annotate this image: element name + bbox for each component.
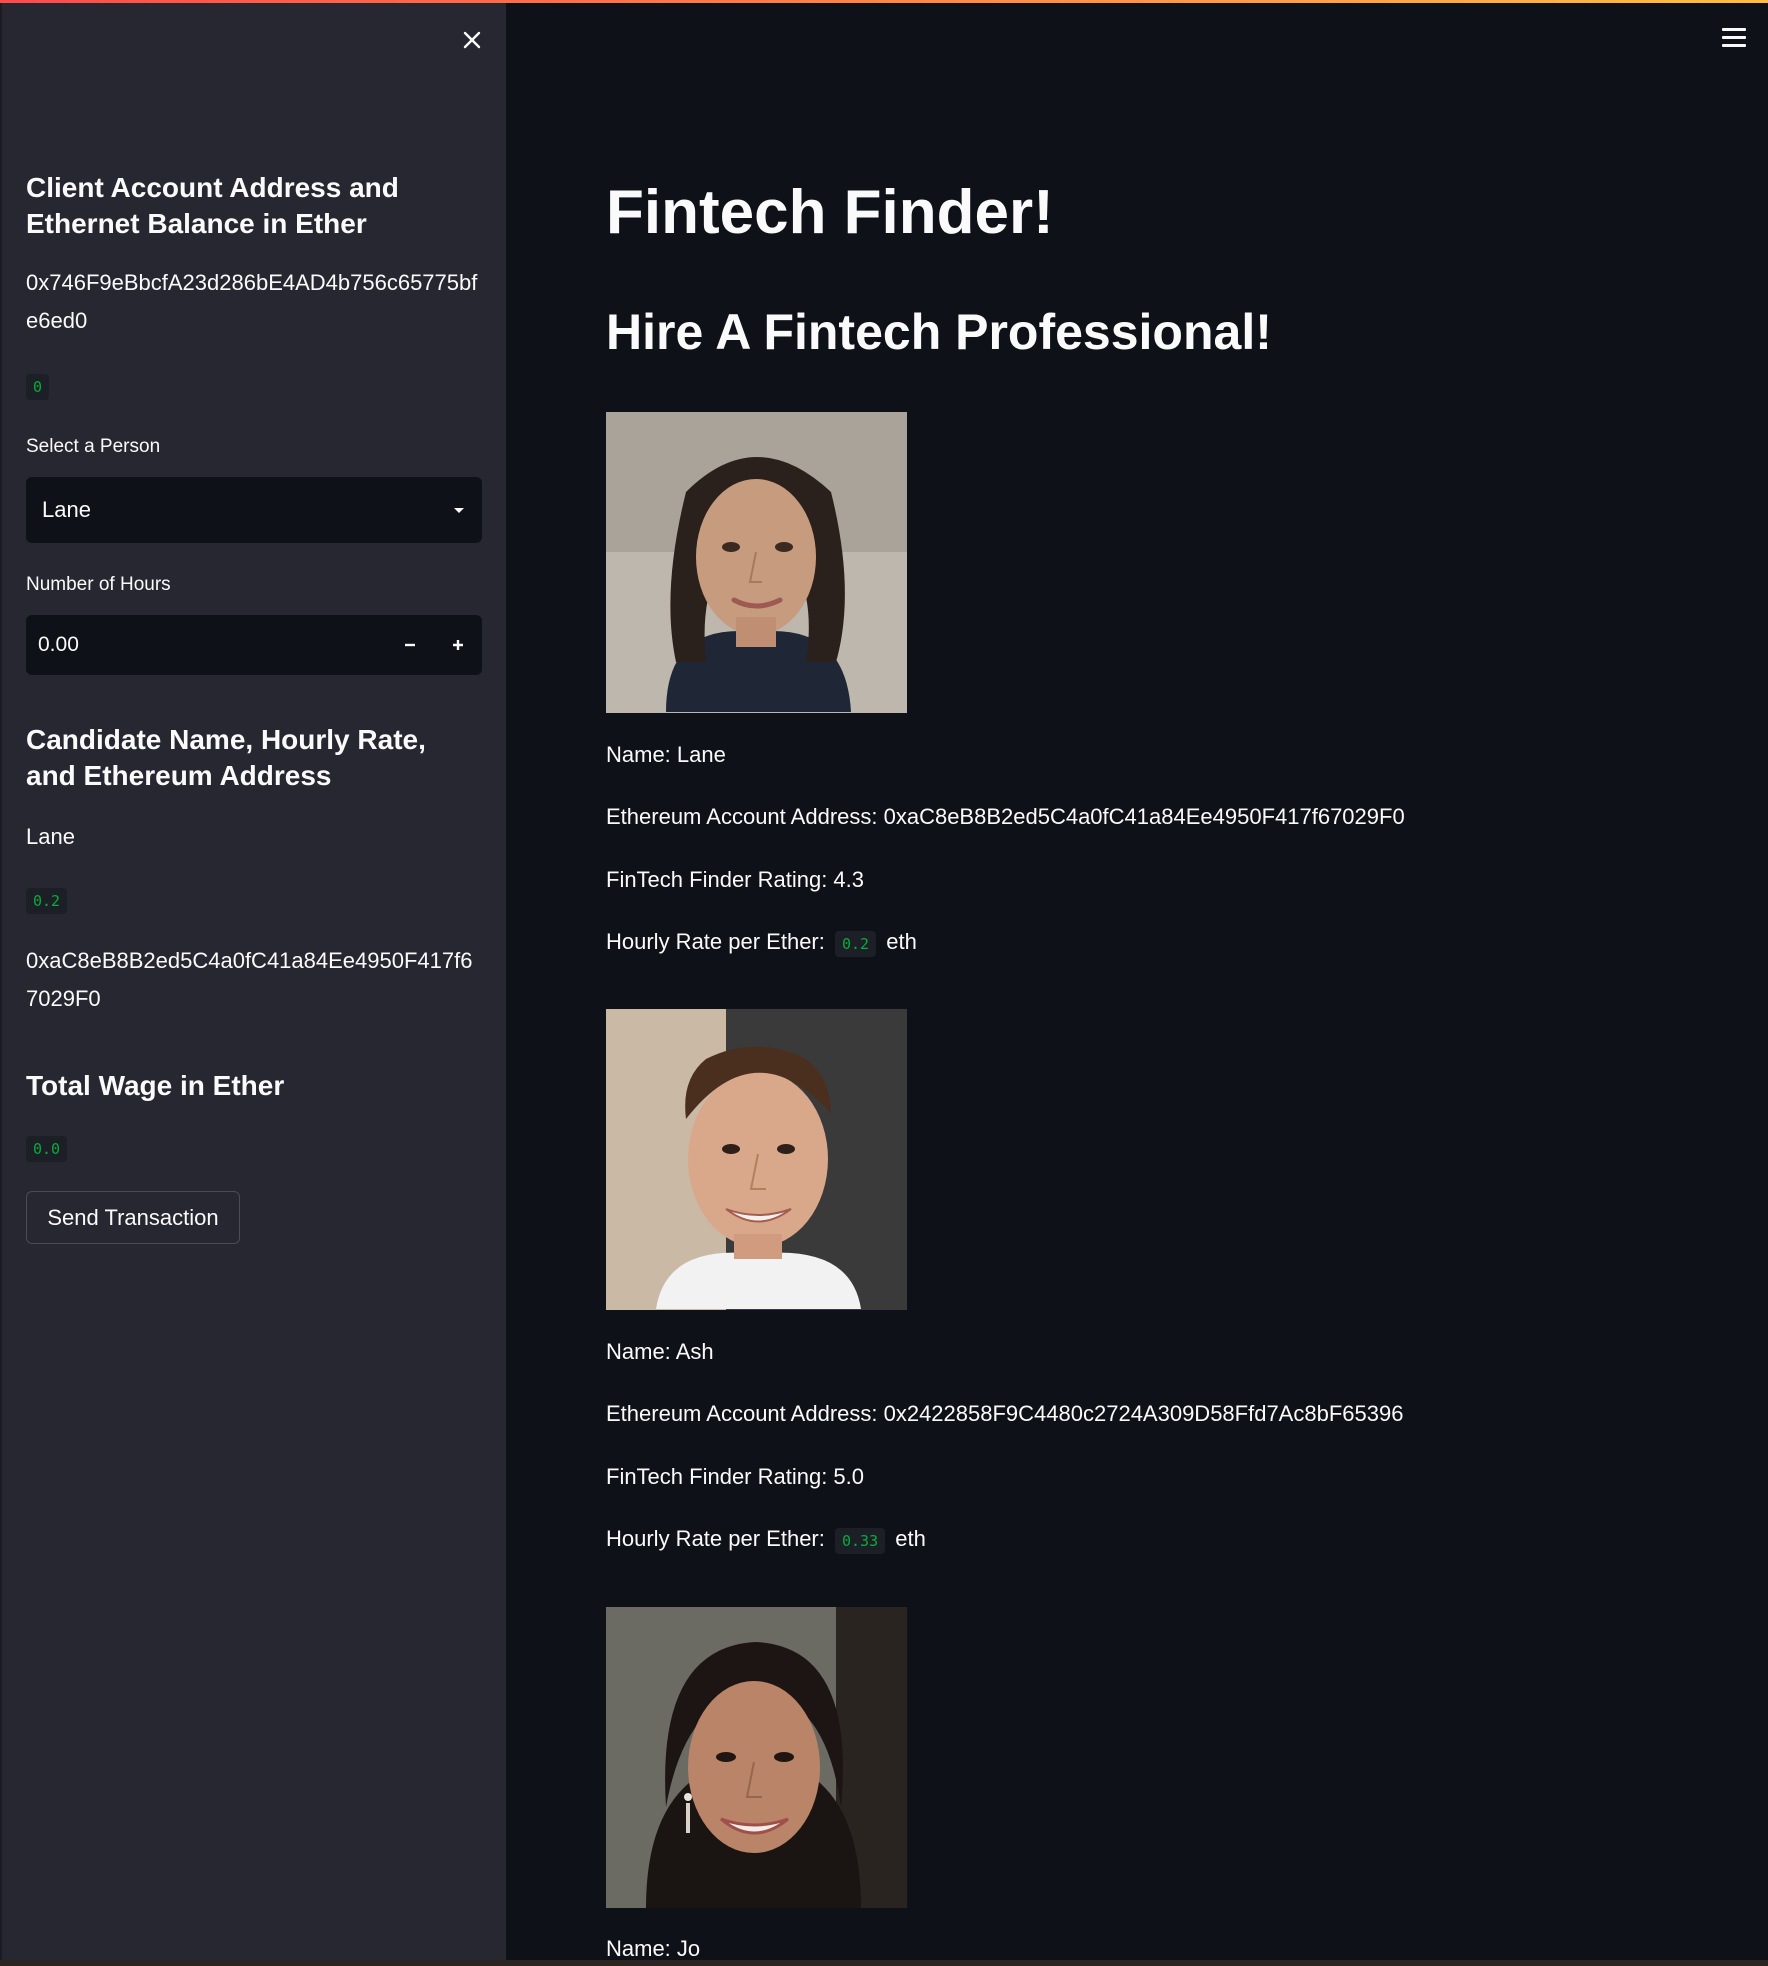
candidate-1-rate-unit: eth <box>886 929 917 954</box>
close-sidebar-button[interactable] <box>456 24 488 56</box>
candidate-2-address: Ethereum Account Address: 0x2422858F9C44… <box>606 1401 1404 1426</box>
candidate-rate: 0.2 <box>26 888 68 914</box>
hamburger-line <box>1722 43 1746 47</box>
caret-down-icon <box>454 508 464 513</box>
candidate-2-rate-label: Hourly Rate per Ether: <box>606 1526 825 1551</box>
candidate-photo-ash <box>606 1009 907 1310</box>
candidate-photo-lane <box>606 412 907 713</box>
select-person-label: Select a Person <box>26 436 161 457</box>
main-menu-button[interactable] <box>1722 22 1752 52</box>
hours-label: Number of Hours <box>26 574 171 595</box>
candidate-heading: Candidate Name, Hourly Rate, and Ethereu… <box>26 724 426 791</box>
candidate-2-rate-unit: eth <box>895 1526 926 1551</box>
candidate-address: 0xaC8eB8B2ed5C4a0fC41a84Ee4950F417f67029… <box>26 948 473 1011</box>
wage-heading: Total Wage in Ether <box>26 1070 285 1101</box>
person-select[interactable]: Lane <box>26 477 482 543</box>
candidate-2-name: Name: Ash <box>606 1339 714 1364</box>
hours-value-field[interactable]: 0.00 <box>26 633 386 657</box>
wage-value: 0.0 <box>26 1136 68 1162</box>
candidate-1-rate-label: Hourly Rate per Ether: <box>606 929 825 954</box>
candidate-2-rating: FinTech Finder Rating: 5.0 <box>606 1464 865 1489</box>
candidate-1-rating: FinTech Finder Rating: 4.3 <box>606 867 865 892</box>
window-bottom-edge <box>0 1960 1768 1966</box>
candidate-name: Lane <box>26 824 75 849</box>
decrement-button[interactable] <box>386 615 434 675</box>
client-balance: 0 <box>26 374 50 400</box>
hamburger-line <box>1722 35 1746 39</box>
candidate-1-rate-line: Hourly Rate per Ether: 0.2 eth <box>606 927 1706 957</box>
candidate-1-rate-value: 0.2 <box>835 931 877 957</box>
candidate-1-address: Ethereum Account Address: 0xaC8eB8B2ed5C… <box>606 804 1405 829</box>
sidebar: Client Account Address and Ethernet Bala… <box>2 0 506 1960</box>
plus-icon <box>453 640 463 650</box>
page-subtitle: Hire A Fintech Professional! <box>606 304 1272 360</box>
candidate-2-rate-line: Hourly Rate per Ether: 0.33 eth <box>606 1524 1706 1554</box>
hours-number-input: 0.00 <box>26 615 482 675</box>
person-select-value: Lane <box>42 497 91 522</box>
candidate-photo-jo <box>606 1607 907 1908</box>
increment-button[interactable] <box>434 615 482 675</box>
candidate-2-rate-value: 0.33 <box>835 1528 886 1554</box>
client-address: 0x746F9eBbcfA23d286bE4AD4b756c65775bfe6e… <box>26 270 478 333</box>
top-decoration-bar <box>0 0 1768 3</box>
close-icon <box>463 31 481 49</box>
minus-icon <box>405 643 415 647</box>
candidate-1-name: Name: Lane <box>606 742 726 767</box>
client-heading: Client Account Address and Ethernet Bala… <box>26 172 399 239</box>
page-title: Fintech Finder! <box>606 178 1054 247</box>
hamburger-menu-icon <box>1722 27 1746 31</box>
app-root: Client Account Address and Ethernet Bala… <box>0 0 1768 1966</box>
send-transaction-button[interactable]: Send Transaction <box>26 1191 240 1244</box>
